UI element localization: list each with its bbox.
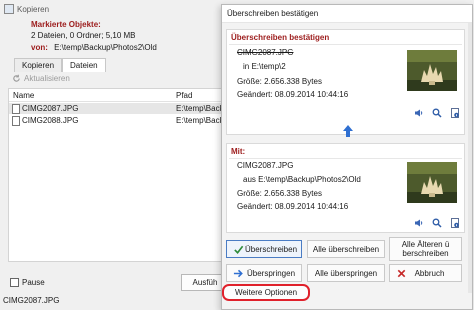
close-icon	[397, 269, 406, 278]
object-counts: 2 Dateien, 0 Ordner; 5,10 MB	[31, 31, 136, 40]
properties-icon[interactable]	[450, 108, 460, 118]
existing-heading: Überschreiben bestätigen	[231, 33, 330, 42]
source-path: E:\temp\Backup\Photos2\Old	[54, 43, 157, 52]
refresh-button[interactable]: Aktualisieren	[12, 74, 70, 83]
skip-all-button[interactable]: Alle überspringen	[307, 264, 385, 282]
status-text: CIMG2087.JPG	[3, 296, 60, 305]
file-name: CIMG2088.JPG	[22, 116, 79, 126]
existing-file-panel: Überschreiben bestätigen CIMG2087.JPG in…	[226, 29, 465, 135]
checkbox-box	[10, 278, 19, 287]
incoming-location: aus E:\temp\Backup\Photos2\Old	[243, 175, 361, 184]
arrow-right-icon	[233, 269, 243, 278]
overwrite-older-label-2: berschreiben	[402, 249, 449, 258]
existing-filename: CIMG2087.JPG	[237, 48, 294, 57]
dialog-title-bar: Überschreiben bestätigen	[222, 5, 472, 23]
overwrite-older-label-1: Alle Älteren ü	[401, 240, 450, 249]
incoming-modified: Geändert: 08.09.2014 10:44:16	[237, 202, 349, 211]
existing-thumbnail[interactable]	[407, 50, 457, 91]
file-icon	[12, 116, 20, 126]
file-icon	[12, 104, 20, 114]
properties-icon[interactable]	[450, 218, 460, 228]
incoming-actions	[414, 218, 460, 228]
dialog-edge	[468, 23, 472, 293]
file-list[interactable]: Name Pfad CIMG2087.JPG E:\temp\Backu CIM…	[8, 88, 228, 262]
refresh-label: Aktualisieren	[24, 74, 70, 83]
incoming-size: Größe: 2.656.338 Bytes	[237, 189, 322, 198]
existing-location: in E:\temp\2	[243, 62, 286, 71]
play-sound-icon[interactable]	[414, 108, 424, 118]
cancel-button[interactable]: Abbruch	[389, 264, 462, 282]
tab-files[interactable]: Dateien	[62, 58, 106, 72]
incoming-heading: Mit:	[231, 147, 246, 156]
overwrite-all-button[interactable]: Alle überschreiben	[307, 240, 385, 258]
incoming-thumbnail[interactable]	[407, 162, 457, 203]
pause-label: Pause	[22, 278, 45, 287]
tab-bar: Kopieren Dateien	[14, 58, 106, 72]
incoming-filename: CIMG2087.JPG	[237, 161, 294, 170]
incoming-file-panel: Mit: CIMG2087.JPG aus E:\temp\Backup\Pho…	[226, 143, 465, 233]
window-title: Kopieren	[17, 4, 50, 14]
list-item[interactable]: CIMG2087.JPG E:\temp\Backu	[9, 103, 228, 114]
existing-size: Größe: 2.656.338 Bytes	[237, 77, 322, 86]
list-header: Name Pfad	[9, 89, 223, 102]
column-header-path[interactable]: Pfad	[176, 91, 192, 100]
source-path-row: von: E:\temp\Backup\Photos2\Old	[31, 43, 157, 52]
marked-objects-label: Markierte Objekte:	[31, 20, 101, 29]
skip-label: Überspringen	[246, 268, 296, 278]
play-sound-icon[interactable]	[414, 218, 424, 228]
pause-checkbox[interactable]: Pause	[10, 278, 45, 287]
checkmark-icon	[234, 245, 244, 254]
cancel-label: Abbruch	[414, 268, 445, 278]
overwrite-button[interactable]: Überschreiben	[226, 240, 302, 258]
from-label: von:	[31, 43, 48, 52]
existing-modified: Geändert: 08.09.2014 10:44:16	[237, 90, 349, 99]
list-item[interactable]: CIMG2088.JPG E:\temp\Backu	[9, 115, 228, 126]
overwrite-older-button[interactable]: Alle Älteren ü berschreiben	[389, 237, 462, 261]
app-icon	[4, 4, 14, 14]
tab-copy[interactable]: Kopieren	[14, 58, 63, 72]
refresh-icon	[13, 74, 20, 82]
search-icon[interactable]	[432, 108, 442, 118]
search-icon[interactable]	[432, 218, 442, 228]
skip-button[interactable]: Überspringen	[226, 264, 302, 282]
existing-actions	[414, 108, 460, 118]
arrow-up-icon	[343, 125, 353, 137]
dialog-title: Überschreiben bestätigen	[227, 9, 319, 18]
column-header-name[interactable]: Name	[13, 91, 34, 100]
more-options-button[interactable]: Weitere Optionen	[222, 284, 310, 301]
file-name: CIMG2087.JPG	[22, 104, 79, 114]
window-title-bar: Kopieren	[4, 2, 49, 16]
overwrite-label: Überschreiben	[244, 244, 298, 254]
overwrite-dialog: Überschreiben bestätigen Überschreiben b…	[221, 4, 473, 310]
